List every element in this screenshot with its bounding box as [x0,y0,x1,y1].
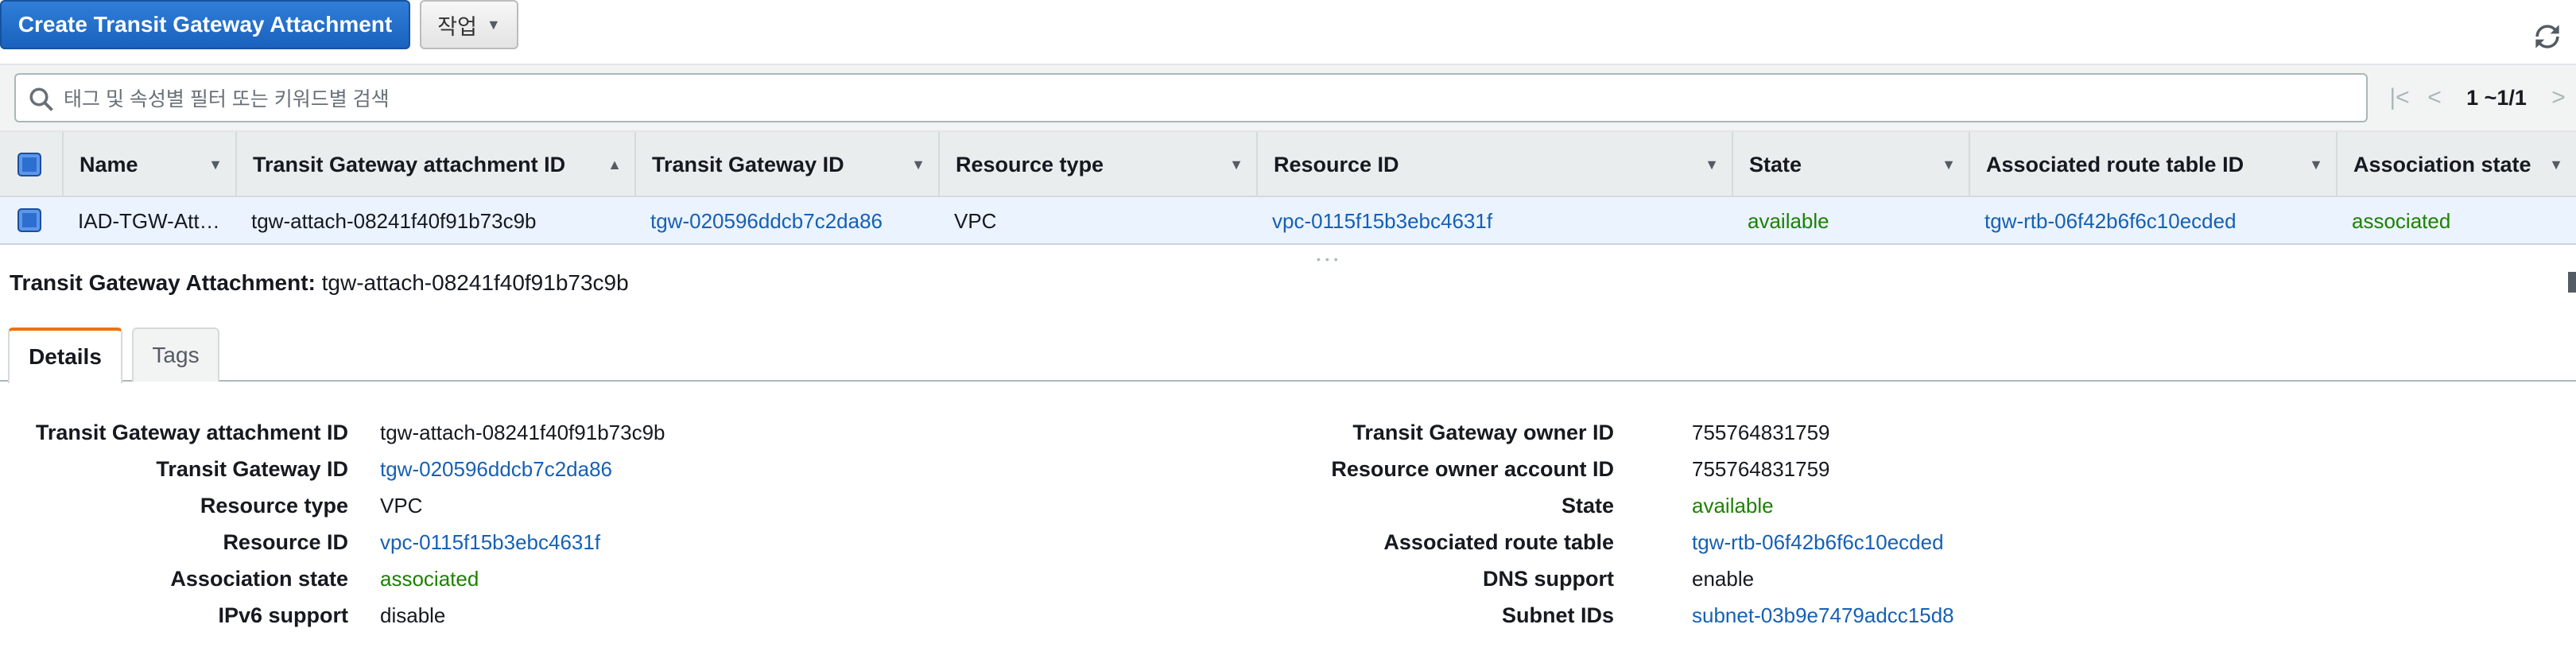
sort-icon: ▼ [2309,156,2323,173]
cell-association-state: associated [2352,208,2451,233]
field-attachment-id: Transit Gateway attachment ID tgw-attach… [0,414,665,451]
filter-bar: 태그 및 속성별 필터 또는 키워드별 검색 |< < 1 ~1/1 > [0,64,2576,132]
field-label: Transit Gateway ID [156,456,348,481]
field-association-state: Association state associated [0,560,479,597]
search-placeholder: 태그 및 속성별 필터 또는 키워드별 검색 [64,88,390,111]
field-value-link[interactable]: tgw-rtb-06f42b6f6c10ecded [1692,530,1944,555]
field-label: Resource ID [223,529,348,554]
field-value: available [1692,493,1774,518]
pagination: |< < 1 ~1/1 > [2382,78,2576,118]
search-icon [29,87,53,111]
pane-toggle-icon[interactable] [2568,272,2576,293]
actions-button-label: 작업 [437,14,477,39]
pane-resize-handle[interactable]: ••• [0,248,2576,266]
column-label: Associated route table ID [1986,152,2244,176]
next-page-icon[interactable]: > [2541,84,2576,111]
field-label: IPv6 support [218,603,348,627]
cell-resource-id-link[interactable]: vpc-0115f15b3ebc4631f [1256,197,1732,245]
chevron-down-icon: ▼ [486,16,501,33]
refresh-icon[interactable] [2530,19,2565,54]
field-value: associated [380,566,479,591]
column-label: Resource ID [1274,152,1399,176]
column-label: Resource type [956,152,1104,176]
field-label: Subnet IDs [1501,603,1614,627]
grip-icon: ••• [1317,253,1343,266]
field-value: disable [380,603,446,627]
cell-tgw-id-link[interactable]: tgw-020596ddcb7c2da86 [634,197,938,245]
column-label: Transit Gateway attachment ID [253,152,566,176]
cell-route-table-link[interactable]: tgw-rtb-06f42b6f6c10ecded [1969,197,2336,245]
column-label: Transit Gateway ID [652,152,844,176]
column-header-resource-id[interactable]: Resource ID ▼ [1256,132,1732,197]
attachments-table: Name ▼ Transit Gateway attachment ID ▲ Tra… [0,132,2576,245]
column-header-name[interactable]: Name ▼ [62,132,235,197]
field-value: 755764831759 [1692,456,1830,481]
select-all-checkbox[interactable] [17,153,41,176]
cell-resource-type: VPC [954,208,997,233]
field-resource-id: Resource ID vpc-0115f15b3ebc4631f [0,524,600,560]
table-row[interactable]: IAD-TGW-Att… tgw-attach-08241f40f91b73c9… [0,197,2576,245]
field-subnet-ids: Subnet IDs subnet-03b9e7479adcc15d8 [1193,597,1954,634]
column-header-state[interactable]: State ▼ [1732,132,1969,197]
field-associated-route-table: Associated route table tgw-rtb-06f42b6f6… [1193,524,1943,560]
field-label: Transit Gateway attachment ID [35,420,348,444]
column-label: Association state [2353,152,2531,176]
first-page-icon[interactable]: |< [2382,84,2417,111]
table-header: Name ▼ Transit Gateway attachment ID ▲ Tra… [0,132,2576,197]
column-label: Name [80,152,138,176]
field-tgw-owner-id: Transit Gateway owner ID 755764831759 [1193,414,1829,451]
field-value: 755764831759 [1692,420,1830,444]
field-tgw-id: Transit Gateway ID tgw-020596ddcb7c2da86 [0,451,612,487]
row-select-cell [0,197,62,245]
field-value-link[interactable]: subnet-03b9e7479adcc15d8 [1692,603,1954,628]
column-header-route-table-id[interactable]: Associated route table ID ▼ [1969,132,2336,197]
detail-tabs: Details Tags [0,328,2576,383]
sort-icon: ▼ [208,156,223,173]
sort-icon: ▼ [1705,156,1719,173]
detail-title: Transit Gateway Attachment: tgw-attach-0… [10,270,629,296]
field-value-link[interactable]: tgw-020596ddcb7c2da86 [380,457,612,482]
field-value: VPC [380,493,423,518]
field-label: Associated route table [1383,529,1614,554]
field-label: Transit Gateway owner ID [1352,420,1614,444]
field-label: Association state [170,566,348,591]
field-ipv6-support: IPv6 support disable [0,597,445,634]
column-header-attachment-id[interactable]: Transit Gateway attachment ID ▲ [235,132,634,197]
pagination-text: 1 ~1/1 [2466,85,2527,110]
tab-details[interactable]: Details [8,328,122,383]
sort-asc-icon: ▲ [607,156,622,173]
actions-button[interactable]: 작업 ▼ [420,0,518,49]
cell-attachment-id: tgw-attach-08241f40f91b73c9b [251,208,537,233]
toolbar: Create Transit Gateway Attachment 작업 ▼ [0,0,2576,51]
field-value: tgw-attach-08241f40f91b73c9b [380,420,665,444]
column-label: State [1749,152,1802,176]
sort-icon: ▼ [1942,156,1956,173]
column-header-tgw-id[interactable]: Transit Gateway ID ▼ [634,132,938,197]
sort-icon: ▼ [911,156,925,173]
field-state: State available [1193,487,1774,524]
cell-state: available [1748,208,1829,233]
cell-name: IAD-TGW-Att… [78,208,220,233]
field-label: State [1561,493,1614,518]
field-label: Resource type [200,493,348,518]
field-value: enable [1692,566,1755,591]
field-value-link[interactable]: vpc-0115f15b3ebc4631f [380,530,600,555]
select-all-cell [0,132,62,197]
detail-title-label: Transit Gateway Attachment: [10,270,316,295]
column-header-association-state[interactable]: Association state ▼ [2336,132,2576,197]
search-input[interactable]: 태그 및 속성별 필터 또는 키워드별 검색 [14,73,2368,122]
row-checkbox[interactable] [17,208,41,232]
detail-title-value: tgw-attach-08241f40f91b73c9b [321,270,629,295]
field-dns-support: DNS support enable [1193,560,1754,597]
prev-page-icon[interactable]: < [2417,84,2452,111]
field-resource-owner-id: Resource owner account ID 755764831759 [1193,451,1829,487]
field-resource-type: Resource type VPC [0,487,423,524]
tab-tags[interactable]: Tags [132,328,219,382]
field-label: Resource owner account ID [1331,456,1614,481]
column-header-resource-type[interactable]: Resource type ▼ [938,132,1256,197]
field-label: DNS support [1483,566,1614,591]
sort-icon: ▼ [1229,156,1243,173]
sort-icon: ▼ [2549,156,2563,173]
create-transit-gateway-attachment-button[interactable]: Create Transit Gateway Attachment [0,0,410,49]
